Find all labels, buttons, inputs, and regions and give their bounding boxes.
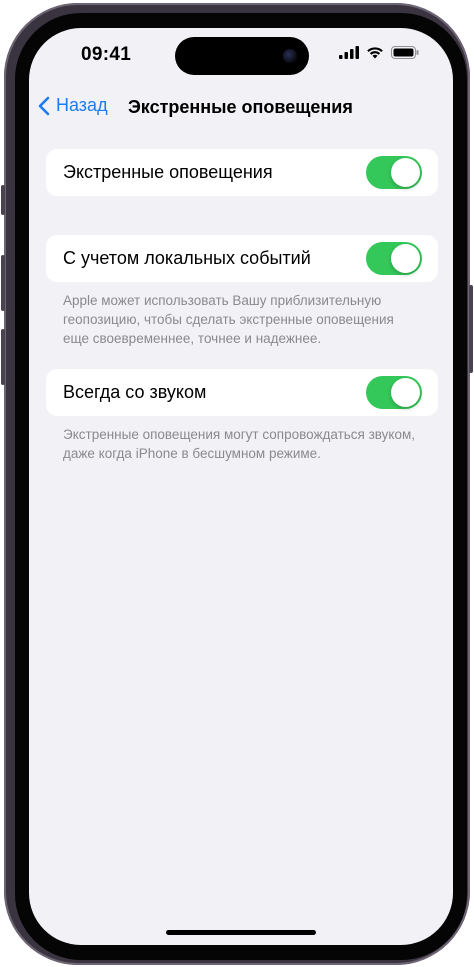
cellular-signal-icon — [339, 46, 359, 59]
emergency-alerts-toggle[interactable] — [366, 156, 422, 189]
toggle-knob — [391, 244, 420, 273]
local-events-footer: Apple может использовать Вашу приблизите… — [63, 293, 394, 346]
toggle-knob — [391, 378, 420, 407]
back-label: Назад — [56, 95, 108, 115]
always-sound-toggle[interactable] — [366, 376, 422, 409]
row-label: Экстренные оповещения — [63, 162, 273, 182]
battery-icon — [391, 46, 419, 59]
page-title: Экстренные оповещения — [128, 97, 353, 117]
screen: 09:41 Назад Экстренные оповещения Экстре… — [29, 28, 453, 945]
always-sound-footer: Экстренные оповещения могут сопровождать… — [63, 427, 416, 461]
action-button — [1, 185, 5, 215]
row-label: Всегда со звуком — [63, 382, 207, 402]
local-events-toggle[interactable] — [366, 242, 422, 275]
volume-up-button — [1, 255, 5, 311]
settings-row-always-sound: Всегда со звуком — [46, 369, 438, 416]
status-time: 09:41 — [81, 44, 132, 65]
volume-down-button — [1, 329, 5, 385]
settings-row-emergency-alerts: Экстренные оповещения — [46, 149, 438, 196]
home-indicator[interactable] — [166, 930, 316, 935]
dynamic-island — [175, 37, 309, 75]
navigation-bar: Назад Экстренные оповещения — [29, 90, 453, 126]
wifi-icon — [367, 47, 383, 59]
row-label: С учетом локальных событий — [63, 248, 311, 268]
back-button[interactable]: Назад — [38, 95, 108, 116]
toggle-knob — [391, 158, 420, 187]
power-button — [469, 285, 473, 373]
status-icons — [339, 46, 419, 59]
iphone-frame: 09:41 Назад Экстренные оповещения Экстре… — [1, 3, 473, 965]
front-camera-icon — [283, 49, 297, 63]
chevron-left-icon — [38, 96, 50, 115]
settings-row-local-events: С учетом локальных событий — [46, 235, 438, 282]
